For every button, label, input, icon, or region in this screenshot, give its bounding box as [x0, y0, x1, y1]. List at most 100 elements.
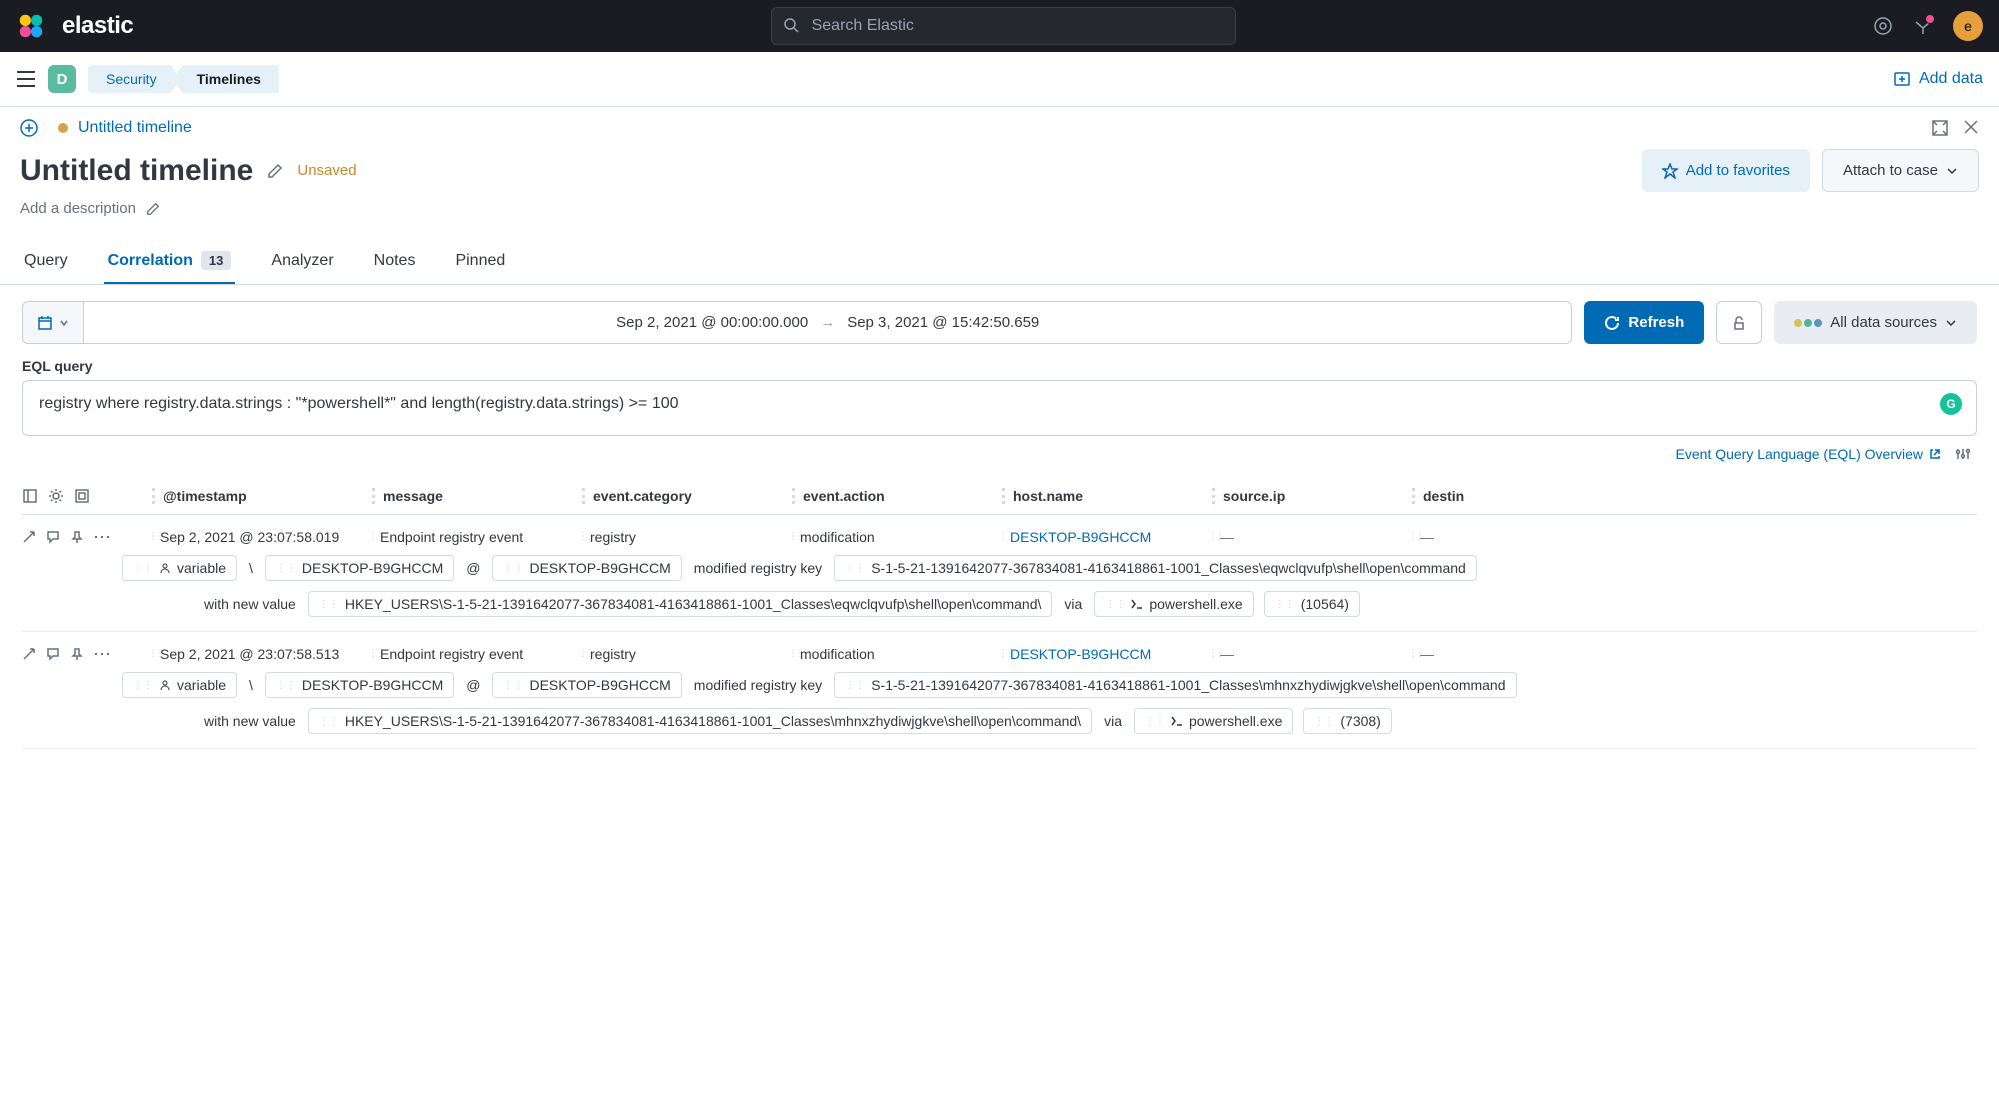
timeline-tab[interactable]: Untitled timeline	[58, 119, 192, 137]
refresh-button[interactable]: Refresh	[1584, 301, 1704, 344]
row-detail-line2: with new value ⋮⋮HKEY_USERS\S-1-5-21-139…	[22, 581, 1977, 617]
cell-source: —	[1212, 529, 1412, 545]
variable-chip[interactable]: ⋮⋮variable	[122, 555, 237, 581]
cell-action: modification	[792, 529, 1002, 545]
calendar-icon	[37, 315, 53, 331]
tab-query[interactable]: Query	[20, 239, 72, 284]
query-settings-icon[interactable]	[1955, 446, 1971, 462]
data-sources-button[interactable]: All data sources	[1774, 301, 1977, 344]
col-host-name[interactable]: host.name	[1002, 488, 1212, 504]
lock-toggle[interactable]	[1716, 301, 1762, 344]
sources-dots-icon	[1794, 319, 1822, 327]
attach-to-case-button[interactable]: Attach to case	[1822, 149, 1979, 192]
date-to: Sep 3, 2021 @ 15:42:50.659	[847, 314, 1039, 331]
host-chip-1[interactable]: ⋮⋮DESKTOP-B9GHCCM	[265, 672, 454, 698]
date-range-display[interactable]: Sep 2, 2021 @ 00:00:00.000 → Sep 3, 2021…	[83, 301, 1572, 344]
regpath-chip[interactable]: ⋮⋮HKEY_USERS\S-1-5-21-1391642077-3678340…	[308, 708, 1092, 734]
add-data-link[interactable]: Add data	[1893, 70, 1983, 88]
host-chip-2[interactable]: ⋮⋮DESKTOP-B9GHCCM	[492, 555, 681, 581]
timeline-tab-label: Untitled timeline	[78, 119, 192, 137]
save-status: Unsaved	[297, 162, 356, 179]
cell-host[interactable]: DESKTOP-B9GHCCM	[1002, 529, 1212, 545]
cell-action: modification	[792, 646, 1002, 662]
fullscreen-table-icon[interactable]	[74, 488, 90, 504]
expand-row-icon[interactable]	[22, 647, 36, 661]
fullscreen-icon[interactable]	[1931, 119, 1949, 137]
tab-correlation[interactable]: Correlation 13	[104, 239, 236, 284]
add-to-favorites-button[interactable]: Add to favorites	[1642, 149, 1810, 192]
edit-title-icon[interactable]	[267, 163, 283, 179]
col-event-action[interactable]: event.action	[792, 488, 1002, 504]
pid-chip[interactable]: ⋮⋮(7308)	[1303, 708, 1391, 734]
help-icon[interactable]	[1873, 16, 1893, 36]
new-timeline-icon[interactable]	[20, 119, 38, 137]
edit-description-icon[interactable]	[146, 202, 160, 216]
tabs: Query Correlation 13 Analyzer Notes Pinn…	[0, 239, 1999, 285]
date-picker-button[interactable]	[22, 301, 83, 344]
search-wrapper	[771, 7, 1236, 45]
pin-icon[interactable]	[70, 647, 84, 661]
comment-icon[interactable]	[46, 647, 60, 661]
menu-toggle-icon[interactable]	[16, 70, 36, 88]
row-detail-line1: ⋮⋮variable \ ⋮⋮DESKTOP-B9GHCCM @ ⋮⋮DESKT…	[22, 662, 1977, 698]
page-title: Untitled timeline	[20, 154, 253, 188]
breadcrumb-security[interactable]: Security	[88, 65, 181, 93]
pid-chip[interactable]: ⋮⋮(10564)	[1264, 591, 1360, 617]
cell-dest: —	[1412, 529, 1977, 545]
chevron-down-icon	[1946, 165, 1958, 177]
col-message[interactable]: message	[372, 488, 582, 504]
top-header: elastic e	[0, 0, 1999, 52]
row-detail-line2: with new value ⋮⋮HKEY_USERS\S-1-5-21-139…	[22, 698, 1977, 734]
cell-timestamp: Sep 2, 2021 @ 23:07:58.019	[152, 529, 372, 545]
terminal-icon	[1131, 599, 1143, 609]
elastic-logo-icon	[16, 11, 46, 41]
query-section: Sep 2, 2021 @ 00:00:00.000 → Sep 3, 2021…	[0, 285, 1999, 478]
expand-row-icon[interactable]	[22, 530, 36, 544]
col-event-category[interactable]: event.category	[582, 488, 792, 504]
pin-icon[interactable]	[70, 530, 84, 544]
search-input[interactable]	[771, 7, 1236, 45]
cell-source: —	[1212, 646, 1412, 662]
newsfeed-icon[interactable]	[1913, 16, 1933, 36]
tab-notes[interactable]: Notes	[370, 239, 420, 284]
arrow-right-icon: →	[820, 314, 835, 331]
variable-chip[interactable]: ⋮⋮variable	[122, 672, 237, 698]
cell-category: registry	[582, 646, 792, 662]
more-actions-icon[interactable]	[94, 535, 110, 539]
cell-dest: —	[1412, 646, 1977, 662]
col-source-ip[interactable]: source.ip	[1212, 488, 1412, 504]
cell-message: Endpoint registry event	[372, 529, 582, 545]
cell-category: registry	[582, 529, 792, 545]
regpath-chip[interactable]: ⋮⋮HKEY_USERS\S-1-5-21-1391642077-3678340…	[308, 591, 1053, 617]
notification-badge	[1925, 14, 1935, 24]
table-row: Sep 2, 2021 @ 23:07:58.019 Endpoint regi…	[22, 515, 1977, 632]
sidebar-toggle-icon[interactable]	[22, 488, 38, 504]
row-detail-line1: ⋮⋮variable \ ⋮⋮DESKTOP-B9GHCCM @ ⋮⋮DESKT…	[22, 545, 1977, 581]
col-destination-ip[interactable]: destin	[1412, 488, 1977, 504]
description-placeholder[interactable]: Add a description	[20, 200, 136, 217]
eql-query-input[interactable]: registry where registry.data.strings : "…	[22, 380, 1977, 436]
user-icon	[159, 679, 171, 691]
external-link-icon	[1929, 448, 1941, 460]
more-actions-icon[interactable]	[94, 652, 110, 656]
regkey-chip[interactable]: ⋮⋮S-1-5-21-1391642077-367834081-41634188…	[834, 672, 1516, 698]
tab-pinned[interactable]: Pinned	[451, 239, 509, 284]
eql-overview-link[interactable]: Event Query Language (EQL) Overview	[1676, 446, 1941, 462]
regkey-chip[interactable]: ⋮⋮S-1-5-21-1391642077-367834081-41634188…	[834, 555, 1477, 581]
comment-icon[interactable]	[46, 530, 60, 544]
user-avatar[interactable]: e	[1953, 11, 1983, 41]
fields-settings-icon[interactable]	[48, 488, 64, 504]
process-chip[interactable]: ⋮⋮powershell.exe	[1134, 708, 1293, 734]
cell-host[interactable]: DESKTOP-B9GHCCM	[1002, 646, 1212, 662]
space-badge[interactable]: D	[48, 65, 76, 93]
host-chip-2[interactable]: ⋮⋮DESKTOP-B9GHCCM	[492, 672, 681, 698]
sub-header: D Security Timelines Add data	[0, 52, 1999, 107]
add-data-label: Add data	[1919, 70, 1983, 88]
timeline-tab-row: Untitled timeline	[0, 107, 1999, 149]
close-icon[interactable]	[1963, 119, 1979, 137]
process-chip[interactable]: ⋮⋮powershell.exe	[1094, 591, 1253, 617]
tab-analyzer[interactable]: Analyzer	[267, 239, 337, 284]
col-timestamp[interactable]: @timestamp	[152, 488, 372, 504]
breadcrumb-timelines[interactable]: Timelines	[173, 65, 279, 93]
host-chip-1[interactable]: ⋮⋮DESKTOP-B9GHCCM	[265, 555, 454, 581]
